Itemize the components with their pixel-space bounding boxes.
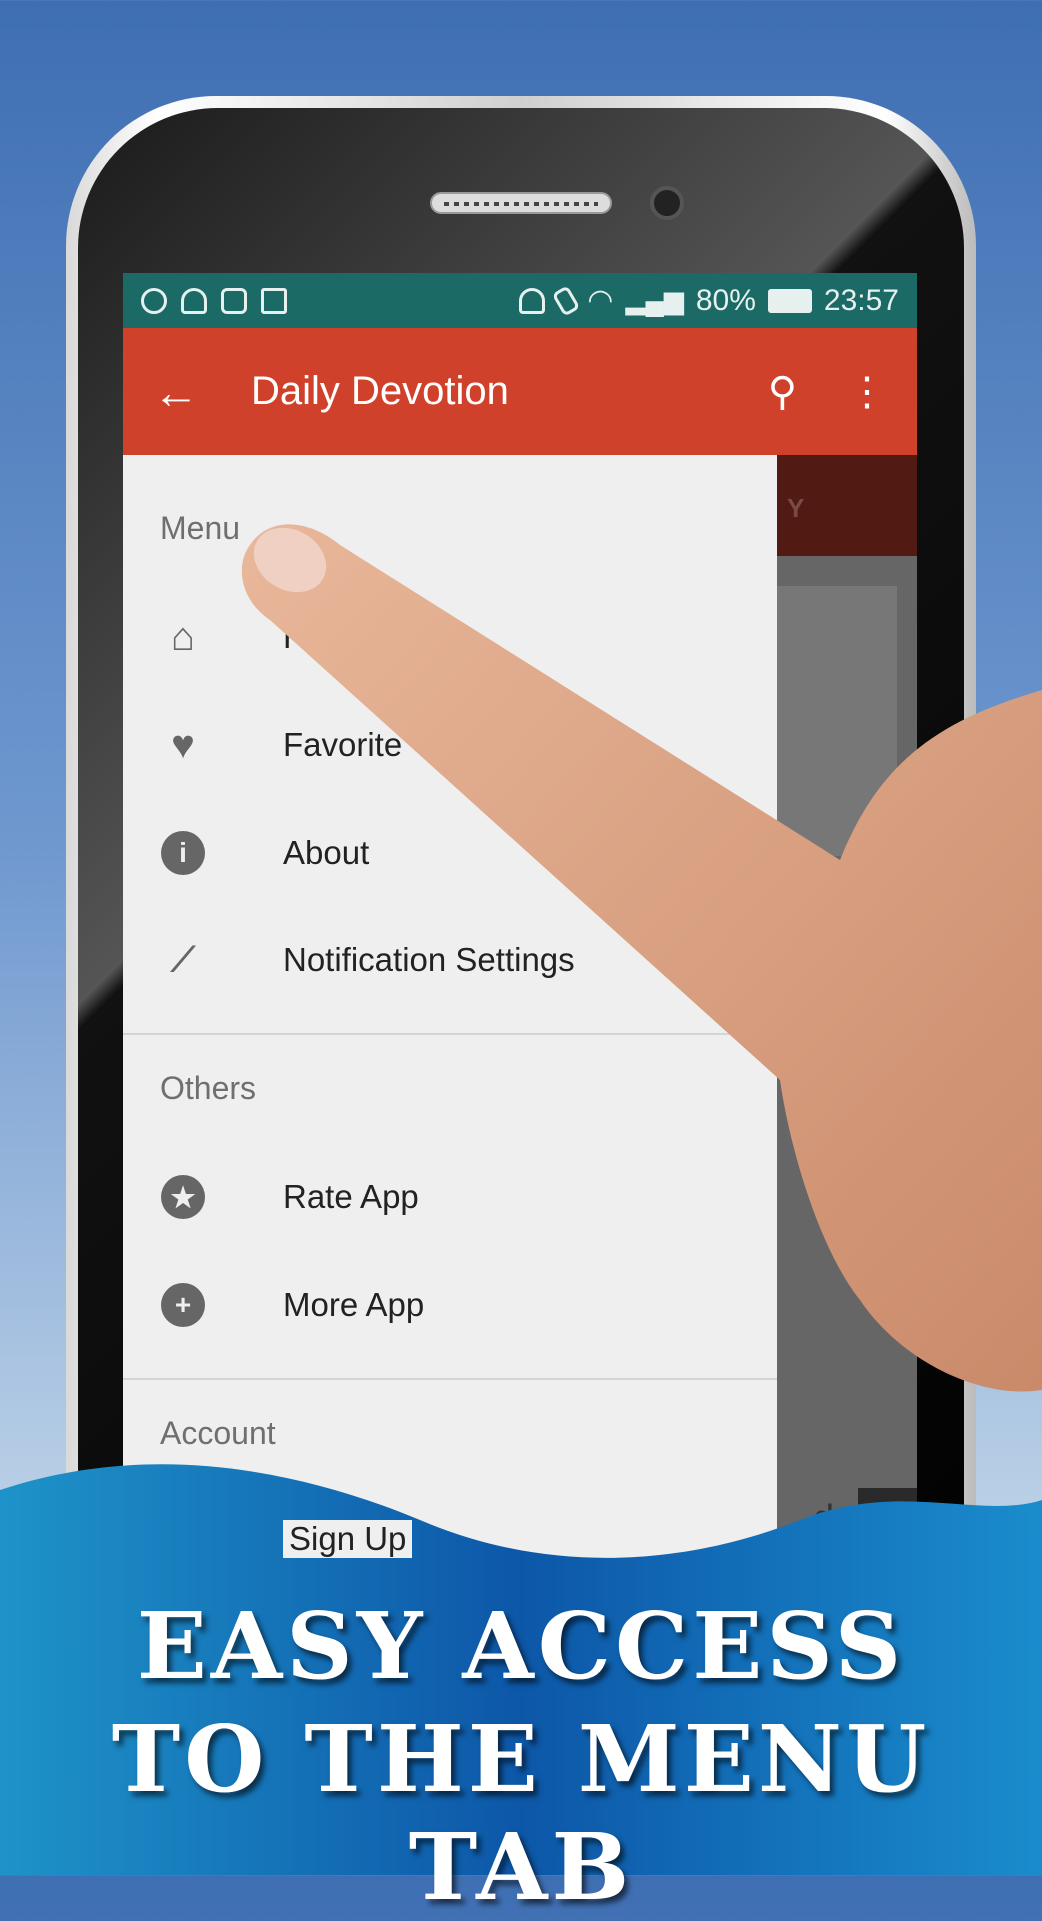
drawer-item-sign-up[interactable]: Sign Up — [123, 1499, 413, 1579]
caption-line-2: TO THE MENU TAB — [111, 1705, 931, 1921]
caption-line-1: EASY ACCESS — [136, 1592, 906, 1700]
